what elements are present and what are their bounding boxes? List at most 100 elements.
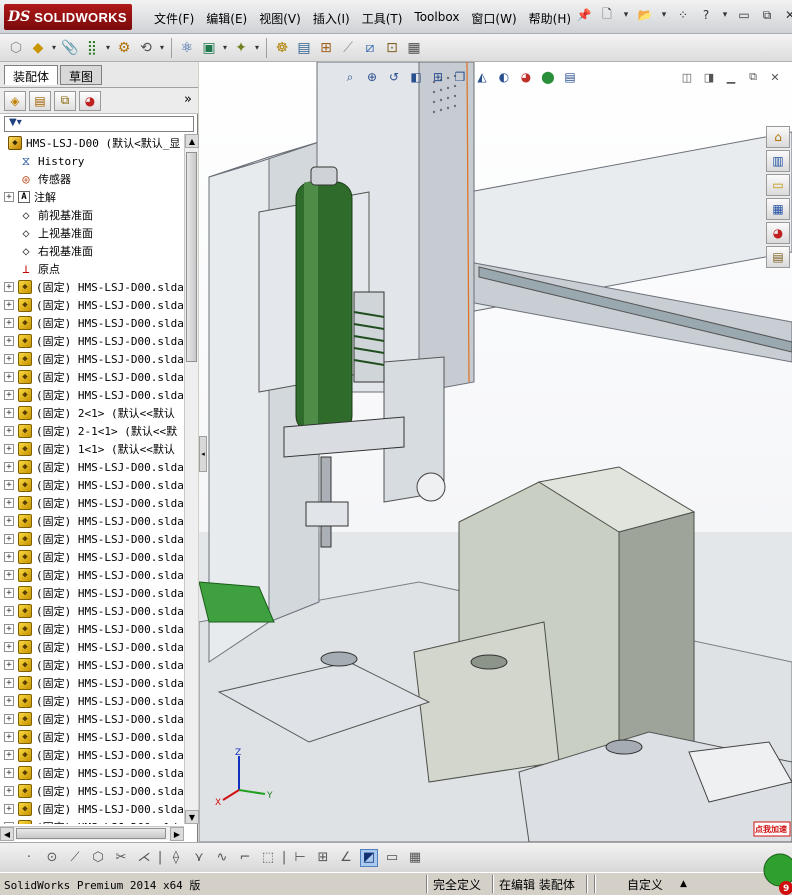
configurationmanager-icon[interactable]: ⧉: [54, 90, 76, 111]
grid-icon[interactable]: ⊞: [314, 849, 332, 867]
centerline-icon[interactable]: ⌐: [236, 849, 254, 867]
expand-icon[interactable]: +: [4, 804, 14, 814]
speed-up-widget[interactable]: 点我加速 9: [752, 820, 792, 895]
tree-component[interactable]: + ◆ (固定) HMS-LSJ-D00.slda: [0, 638, 184, 656]
appearances-icon[interactable]: ◕: [766, 222, 790, 244]
tree-component[interactable]: + ◆ (固定) HMS-LSJ-D00.slda: [0, 458, 184, 476]
tree-component[interactable]: + ◆ (固定) HMS-LSJ-D00.slda: [0, 476, 184, 494]
expand-icon[interactable]: +: [4, 750, 14, 760]
expand-icon[interactable]: +: [4, 624, 14, 634]
zoom-area-icon[interactable]: ⊕: [363, 68, 381, 86]
tree-item[interactable]: + A 注解: [0, 188, 184, 206]
tree-component[interactable]: + ◆ (固定) HMS-LSJ-D00.slda: [0, 512, 184, 530]
scroll-down-icon[interactable]: ▼: [185, 810, 199, 824]
expand-icon[interactable]: +: [4, 570, 14, 580]
expand-icon[interactable]: +: [4, 498, 14, 508]
expand-icon[interactable]: +: [4, 426, 14, 436]
assembly-icon[interactable]: ⬡: [6, 38, 26, 58]
open-icon[interactable]: 📂: [636, 6, 654, 24]
chevron-down-icon[interactable]: ▾: [659, 6, 669, 24]
instant3d-icon[interactable]: ⊡: [382, 38, 402, 58]
expand-icon[interactable]: +: [4, 462, 14, 472]
expand-icon[interactable]: +: [4, 822, 14, 824]
expand-icon[interactable]: +: [4, 642, 14, 652]
show-hidden-icon[interactable]: ⚛: [177, 38, 197, 58]
expand-icon[interactable]: +: [4, 444, 14, 454]
tree-component[interactable]: + ◆ (固定) 2<1> (默认<<默认: [0, 404, 184, 422]
zoom-to-fit-icon[interactable]: ⌕: [341, 68, 359, 86]
tree-component[interactable]: + ◆ (固定) 1<1> (默认<<默认: [0, 440, 184, 458]
view-settings-icon[interactable]: ▤: [561, 68, 579, 86]
spline-icon[interactable]: ∿: [213, 849, 231, 867]
expand-icon[interactable]: +: [4, 408, 14, 418]
restore-icon[interactable]: ⧉: [758, 6, 776, 24]
view-palette-icon[interactable]: ▦: [766, 198, 790, 220]
tree-component[interactable]: + ◆ (固定) HMS-LSJ-D00.slda: [0, 800, 184, 818]
expand-icon[interactable]: +: [4, 768, 14, 778]
display-shaded-icon[interactable]: ◩: [360, 848, 378, 867]
design-library-icon[interactable]: ▥: [766, 150, 790, 172]
file-explorer-icon[interactable]: ▭: [766, 174, 790, 196]
offset-icon[interactable]: ⋌: [135, 849, 153, 867]
scroll-right-icon[interactable]: ▶: [170, 827, 184, 841]
trim-icon[interactable]: ✂: [112, 849, 130, 867]
tile-left-icon[interactable]: ◫: [680, 70, 694, 84]
expand-icon[interactable]: +: [4, 354, 14, 364]
expand-icon[interactable]: +: [4, 300, 14, 310]
tab-assembly[interactable]: 装配体: [4, 65, 59, 85]
custom-properties-icon[interactable]: ▤: [766, 246, 790, 268]
tree-component[interactable]: + ◆ (固定) HMS-LSJ-D00.slda: [0, 548, 184, 566]
displaymanager-icon[interactable]: ◕: [79, 90, 101, 111]
expand-icon[interactable]: +: [4, 714, 14, 724]
angle-icon[interactable]: ∠: [337, 849, 355, 867]
status-units-arrow[interactable]: ▲: [680, 879, 687, 889]
expand-icon[interactable]: +: [4, 552, 14, 562]
expand-icon[interactable]: +: [4, 318, 14, 328]
chevron-down-icon[interactable]: ▾: [720, 6, 730, 24]
tree-item[interactable]: ◇ 右视基准面: [0, 242, 184, 260]
minimize-icon[interactable]: ▁: [724, 70, 738, 84]
collapse-panel-handle[interactable]: ◂: [199, 436, 207, 472]
tab-sketch[interactable]: 草图: [60, 65, 103, 85]
home-icon[interactable]: ⌂: [766, 126, 790, 148]
mirror-icon[interactable]: ⟠: [167, 849, 185, 867]
tree-component[interactable]: + ◆ (固定) HMS-LSJ-D00.slda: [0, 674, 184, 692]
tree-component[interactable]: + ◆ (固定) 2-1<1> (默认<<默: [0, 422, 184, 440]
tree-component[interactable]: + ◆ (固定) HMS-LSJ-D00.slda: [0, 566, 184, 584]
filter-icon[interactable]: ▼▾: [9, 117, 22, 128]
polygon-icon[interactable]: ⬡: [89, 849, 107, 867]
tree-component[interactable]: + ◆ (固定) HMS-LSJ-D00.slda: [0, 494, 184, 512]
expand-icon[interactable]: +: [4, 606, 14, 616]
chevron-down-icon[interactable]: ▾: [221, 43, 229, 52]
tree-component[interactable]: + ◆ (固定) HMS-LSJ-D00.slda: [0, 332, 184, 350]
tree-root[interactable]: ◆ HMS-LSJ-D00 (默认<默认_显: [0, 134, 184, 152]
status-custom[interactable]: 自定义: [627, 876, 663, 893]
fillet-icon[interactable]: ⋎: [190, 849, 208, 867]
four-view-icon[interactable]: ▦: [406, 849, 424, 867]
tree-component[interactable]: + ◆ (固定) HMS-LSJ-D00.slda: [0, 296, 184, 314]
scroll-left-icon[interactable]: ◀: [0, 827, 14, 841]
more-tabs-button[interactable]: »: [184, 92, 192, 107]
close-icon[interactable]: ✕: [781, 6, 792, 24]
dimension-icon[interactable]: ⊢: [291, 849, 309, 867]
minimize-icon[interactable]: ▭: [735, 6, 753, 24]
section-view-icon[interactable]: ◧: [407, 68, 425, 86]
scroll-thumb[interactable]: [16, 828, 166, 839]
menu-help[interactable]: 帮助(H): [523, 8, 577, 29]
assembly-features-icon[interactable]: ▣: [199, 38, 219, 58]
chevron-down-icon[interactable]: ▾: [158, 43, 166, 52]
expand-icon[interactable]: +: [4, 336, 14, 346]
tree-component[interactable]: + ◆ (固定) HMS-LSJ-D00.slda: [0, 386, 184, 404]
expand-icon[interactable]: +: [4, 480, 14, 490]
apply-scene-icon[interactable]: ⬤: [539, 68, 557, 86]
expand-icon[interactable]: +: [4, 390, 14, 400]
hide-show-icon[interactable]: ◐: [495, 68, 513, 86]
insert-component-icon[interactable]: ◆: [28, 38, 48, 58]
rebuild-icon[interactable]: ⁘: [674, 6, 692, 24]
interference-icon[interactable]: ⧄: [360, 38, 380, 58]
circle-icon[interactable]: ⊙: [43, 849, 61, 867]
display-style-icon[interactable]: ◭: [473, 68, 491, 86]
tree-item[interactable]: ⊥ 原点: [0, 260, 184, 278]
expand-icon[interactable]: +: [4, 588, 14, 598]
reference-geometry-icon[interactable]: ✦: [231, 38, 251, 58]
